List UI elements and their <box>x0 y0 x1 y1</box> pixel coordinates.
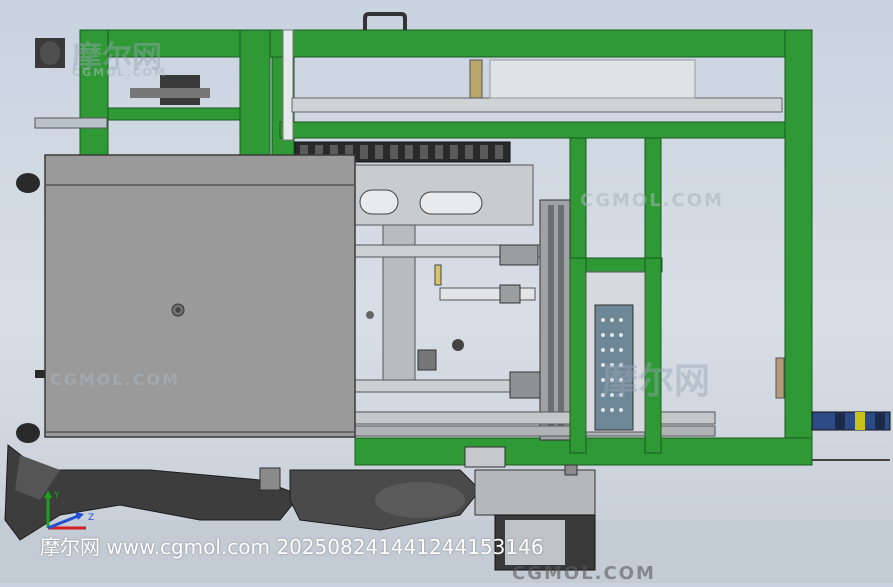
watermark-bottom-right: CGMOL.COM <box>512 563 656 584</box>
machine-drawing <box>0 12 893 583</box>
watermark-center-cn: 摩尔网 <box>602 361 711 402</box>
cad-scene: 摩尔网 CGMOL.COM CGMOL.COM 摩尔网 CGMOL.COM CG… <box>0 0 893 584</box>
watermark-caption: 摩尔网 www.cgmol.com 202508241441244153146 <box>40 535 544 559</box>
watermark-right-mid: CGMOL.COM <box>580 190 724 211</box>
triad-z-label: Z <box>88 513 94 523</box>
watermark-left-mid: CGMOL.COM <box>50 370 180 389</box>
triad-y-label: Y <box>53 491 60 501</box>
watermark-logo-top-sub: CGMOL.COM <box>72 66 167 79</box>
